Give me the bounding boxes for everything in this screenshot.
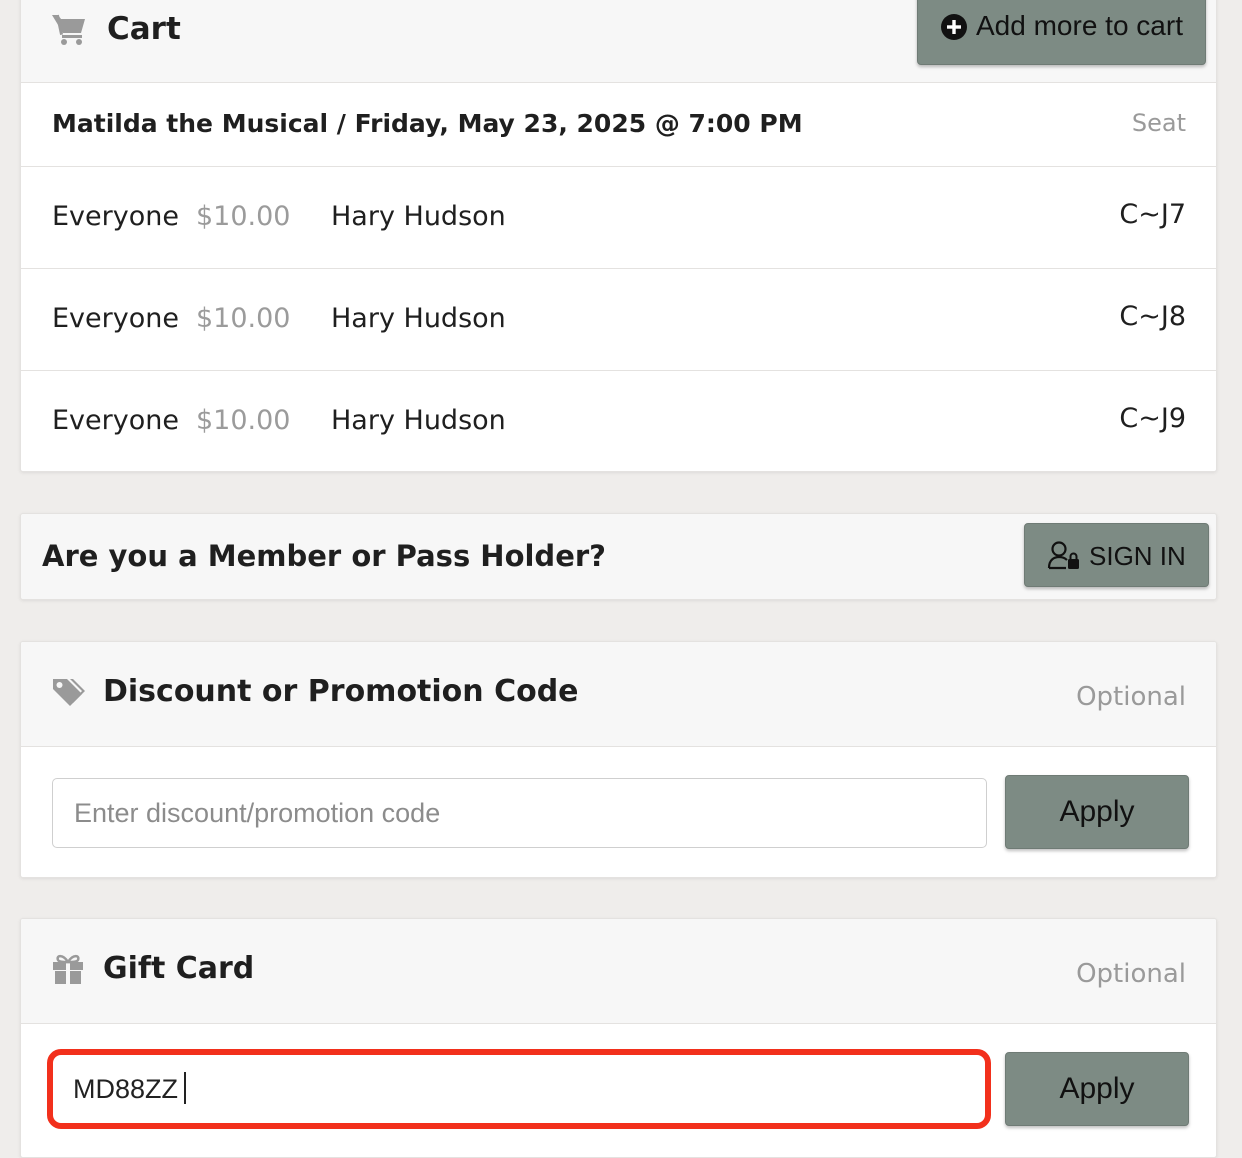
plus-circle-icon — [941, 14, 967, 40]
ticket-holder-name: Hary Hudson — [331, 201, 506, 232]
apply-gift-card-button[interactable]: Apply — [1005, 1052, 1189, 1126]
ticket-seat: C~J8 — [1119, 301, 1186, 332]
text-cursor — [184, 1072, 186, 1104]
discount-card: Discount or Promotion Code Optional Appl… — [20, 641, 1217, 878]
ticket-row: Everyone $10.00 Hary Hudson C~J8 — [21, 269, 1216, 371]
gift-card-header: Gift Card Optional — [21, 919, 1216, 1024]
add-more-to-cart-label: Add more to cart — [976, 10, 1183, 41]
gift-card-optional-label: Optional — [1076, 959, 1186, 989]
gift-card-title: Gift Card — [103, 951, 255, 986]
ticket-type: Everyone — [52, 405, 179, 436]
ticket-type: Everyone — [52, 201, 179, 232]
ticket-row: Everyone $10.00 Hary Hudson C~J9 — [21, 371, 1216, 471]
ticket-price: $10.00 — [196, 303, 291, 334]
discount-optional-label: Optional — [1076, 682, 1186, 712]
tags-icon — [53, 679, 85, 706]
discount-title: Discount or Promotion Code — [103, 674, 579, 709]
member-card: Are you a Member or Pass Holder? SIGN IN — [20, 513, 1217, 600]
cart-card: Cart Matilda the Musical / Friday, May 2… — [20, 0, 1217, 472]
apply-discount-button[interactable]: Apply — [1005, 775, 1189, 849]
cart-title: Cart — [107, 11, 181, 47]
shopping-cart-icon — [52, 14, 85, 45]
sign-in-button[interactable]: SIGN IN — [1024, 523, 1209, 587]
ticket-type: Everyone — [52, 303, 179, 334]
discount-header: Discount or Promotion Code Optional — [21, 642, 1216, 747]
gift-card-input[interactable] — [47, 1049, 991, 1129]
discount-code-input[interactable] — [52, 778, 987, 848]
member-question: Are you a Member or Pass Holder? — [42, 539, 606, 573]
ticket-price: $10.00 — [196, 405, 291, 436]
gift-card-section: Gift Card Optional Apply — [20, 918, 1217, 1158]
event-row: Matilda the Musical / Friday, May 23, 20… — [21, 83, 1216, 167]
gift-icon — [53, 954, 83, 984]
ticket-row: Everyone $10.00 Hary Hudson C~J7 — [21, 167, 1216, 269]
ticket-holder-name: Hary Hudson — [331, 405, 506, 436]
seat-column-header: Seat — [1131, 109, 1186, 137]
ticket-holder-name: Hary Hudson — [331, 303, 506, 334]
add-more-to-cart-button[interactable]: Add more to cart — [917, 0, 1206, 65]
ticket-price: $10.00 — [196, 201, 291, 232]
ticket-seat: C~J9 — [1119, 403, 1186, 434]
event-title: Matilda the Musical / Friday, May 23, 20… — [52, 109, 803, 138]
sign-in-label: SIGN IN — [1089, 541, 1186, 571]
ticket-seat: C~J7 — [1119, 199, 1186, 230]
user-lock-icon — [1047, 541, 1079, 570]
